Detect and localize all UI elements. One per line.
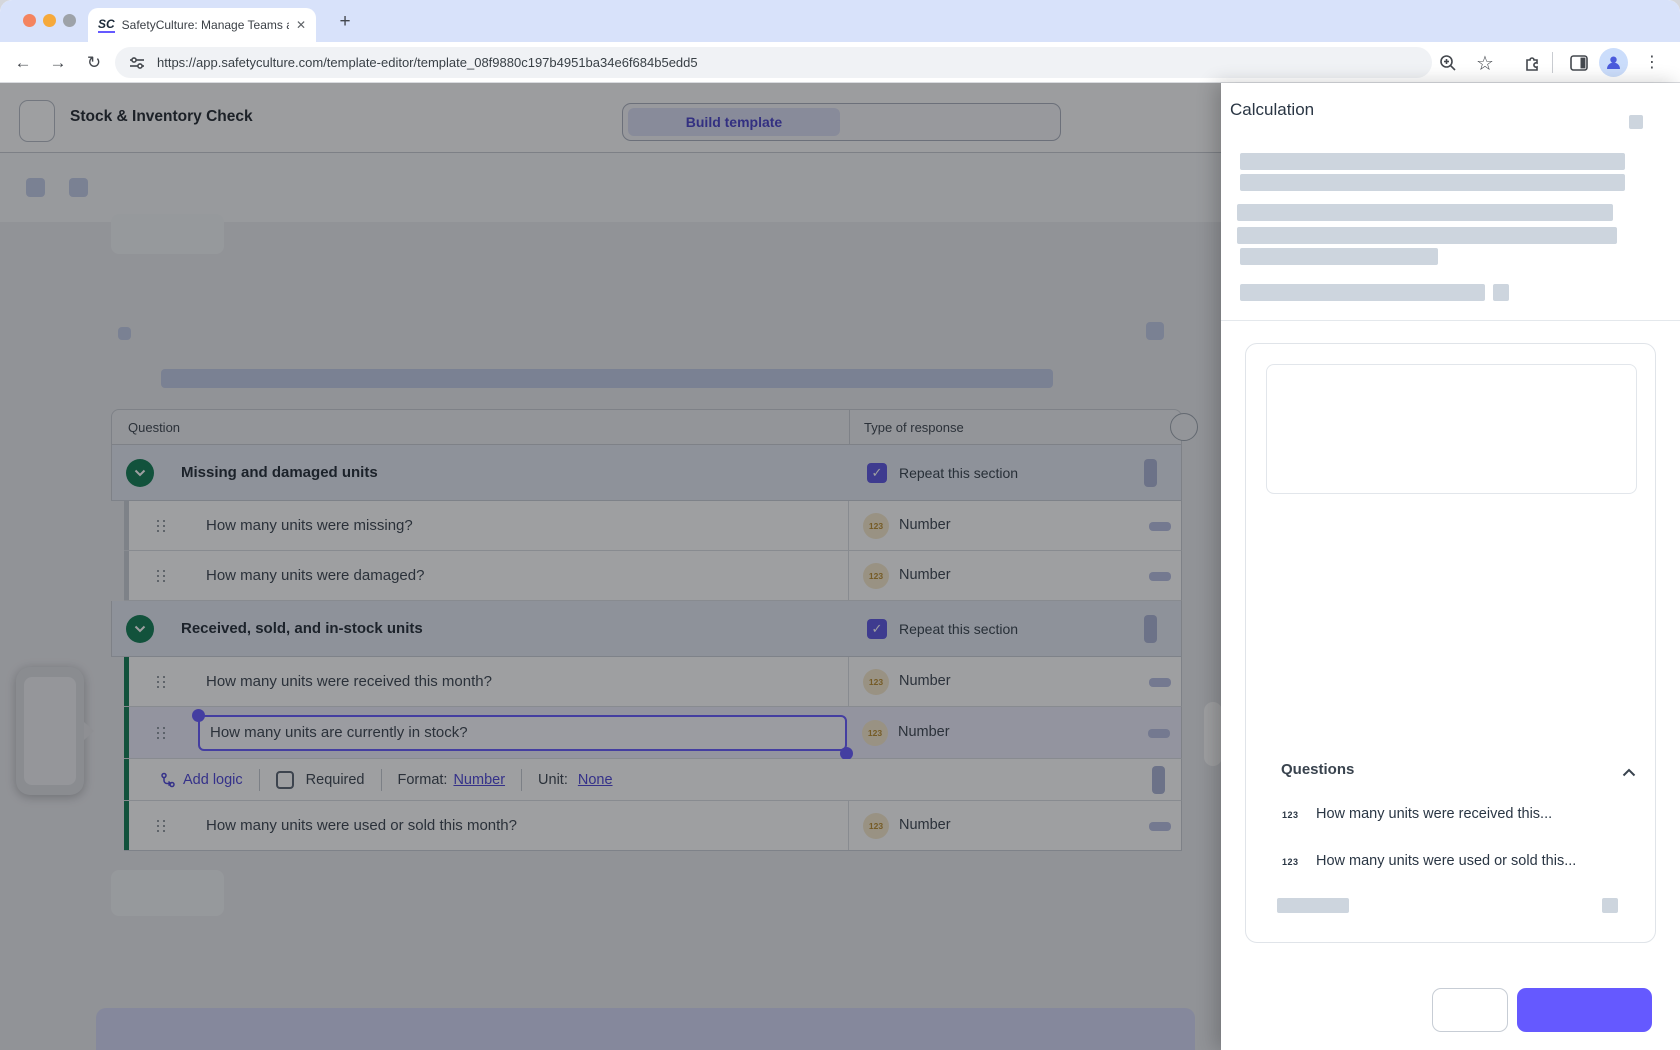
bookmark-star-icon[interactable]: ☆ [1471,49,1499,77]
option-skeleton-line [1277,898,1349,913]
traffic-light-minimize[interactable] [43,14,56,27]
tab-title: SafetyCulture: Manage Teams and... [122,18,289,32]
panel-title: Calculation [1230,100,1314,120]
extensions-icon[interactable] [1519,49,1547,77]
primary-button-loading[interactable] [1517,988,1652,1032]
formula-input[interactable] [1266,364,1637,494]
browser-tab[interactable]: SC SafetyCulture: Manage Teams and... ✕ [88,8,316,42]
panel-divider [1221,320,1680,321]
link-skeleton-line [1240,284,1485,301]
collapse-questions-icon[interactable] [1622,764,1636,782]
toolbar-divider [1552,52,1553,73]
traffic-light-close[interactable] [23,14,36,27]
new-tab-button[interactable]: + [332,9,358,35]
reload-icon[interactable]: ↻ [81,50,107,76]
site-settings-icon[interactable] [129,55,145,71]
description-skeleton-line [1240,153,1625,170]
browser-menu-icon[interactable]: ⋮ [1642,50,1662,76]
url-bar[interactable]: https://app.safetyculture.com/template-e… [115,47,1432,78]
question-option[interactable]: How many units were received this... [1316,806,1552,822]
modal-dim-overlay[interactable] [0,83,1221,1050]
number-type-icon: 123 [1282,857,1299,867]
questions-heading: Questions [1281,761,1354,778]
url-text: https://app.safetyculture.com/template-e… [157,55,698,70]
description-skeleton-line [1240,248,1438,265]
formula-card: Questions 123 How many units were receiv… [1245,343,1656,943]
profile-avatar[interactable] [1599,48,1628,77]
description-skeleton-line [1240,174,1625,191]
description-skeleton-line [1237,204,1613,221]
close-panel-placeholder[interactable] [1629,115,1643,129]
tab-close-icon[interactable]: ✕ [296,18,306,32]
description-skeleton-line [1237,227,1617,244]
traffic-light-zoom[interactable] [63,14,76,27]
side-panel-icon[interactable] [1565,49,1593,77]
back-icon[interactable]: ← [10,50,36,76]
zoom-icon[interactable] [1434,49,1462,77]
calculation-panel: Calculation Questions 123 How many units… [1221,83,1680,1050]
link-skeleton-icon [1493,284,1509,301]
safetyculture-favicon: SC [98,18,115,33]
forward-icon[interactable]: → [45,50,71,76]
browser-window: SC SafetyCulture: Manage Teams and... ✕ … [0,0,1680,1050]
question-option[interactable]: How many units were used or sold this... [1316,853,1576,869]
option-skeleton-icon [1602,898,1618,913]
cancel-button-loading[interactable] [1432,988,1508,1032]
number-type-icon: 123 [1282,810,1299,820]
